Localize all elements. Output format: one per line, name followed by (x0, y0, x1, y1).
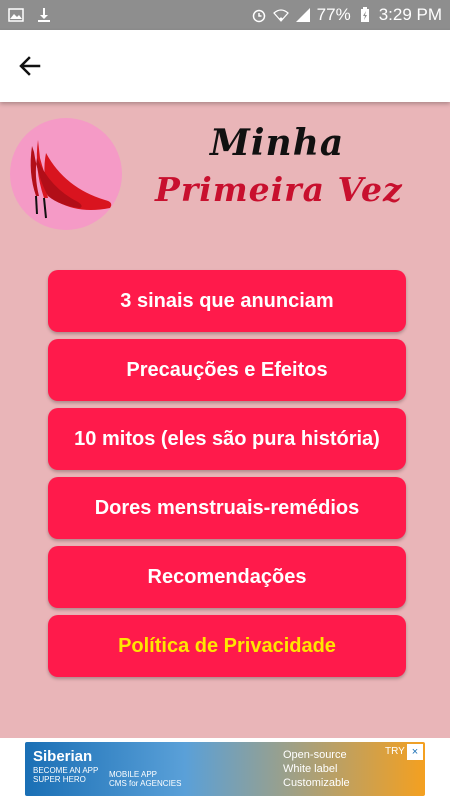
image-notification-icon (8, 8, 24, 22)
high-heel-shoe-icon (30, 140, 112, 219)
menu-button-precaucoes[interactable]: Precauções e Efeitos (48, 339, 406, 401)
wifi-icon (272, 9, 289, 22)
menu-button-dores[interactable]: Dores menstruais-remédios (48, 477, 406, 539)
brand-title-line2: Primeira Vez (155, 170, 403, 209)
ad-right-line: Open-source (283, 749, 347, 761)
download-icon (38, 8, 50, 22)
battery-icon (360, 7, 369, 22)
menu-button-10-mitos[interactable]: 10 mitos (eles são pura história) (48, 408, 406, 470)
menu-button-recomendacoes[interactable]: Recomendações (48, 546, 406, 608)
ad-left-line: MOBILE APP (109, 770, 158, 779)
menu-button-privacy-policy[interactable]: Política de Privacidade (48, 615, 406, 677)
app-bar (0, 30, 450, 102)
ad-left-line: CMS for AGENCIES (109, 779, 182, 788)
main-content: Minha Primeira Vez 3 sinais que anunciam… (0, 102, 450, 738)
alarm-icon (252, 9, 265, 23)
ad-banner[interactable]: Siberian BECOME AN APP SUPER HERO MOBILE… (25, 742, 425, 796)
menu-list: 3 sinais que anunciam Precauções e Efeit… (48, 270, 406, 684)
ad-bar: Siberian BECOME AN APP SUPER HERO MOBILE… (0, 738, 450, 800)
status-bar: 77% 3:29 PM (0, 0, 450, 30)
ad-brand: Siberian (33, 748, 93, 765)
menu-button-3-sinais[interactable]: 3 sinais que anunciam (48, 270, 406, 332)
battery-percent: 77% (316, 5, 351, 24)
back-button[interactable] (12, 48, 48, 84)
back-arrow-icon (19, 56, 41, 76)
signal-icon (295, 8, 310, 22)
ad-right-text: Open-source White label Customizable (283, 748, 350, 790)
brand-title-line1: Minha (210, 122, 345, 164)
ad-try: TRY (385, 746, 405, 757)
clock: 3:29 PM (378, 5, 442, 24)
ad-close-icon[interactable]: × (407, 744, 423, 760)
ad-right-line: Customizable (283, 777, 350, 789)
ad-left-text: MOBILE APP CMS for AGENCIES (109, 770, 181, 788)
ad-right-line: White label (283, 763, 338, 775)
